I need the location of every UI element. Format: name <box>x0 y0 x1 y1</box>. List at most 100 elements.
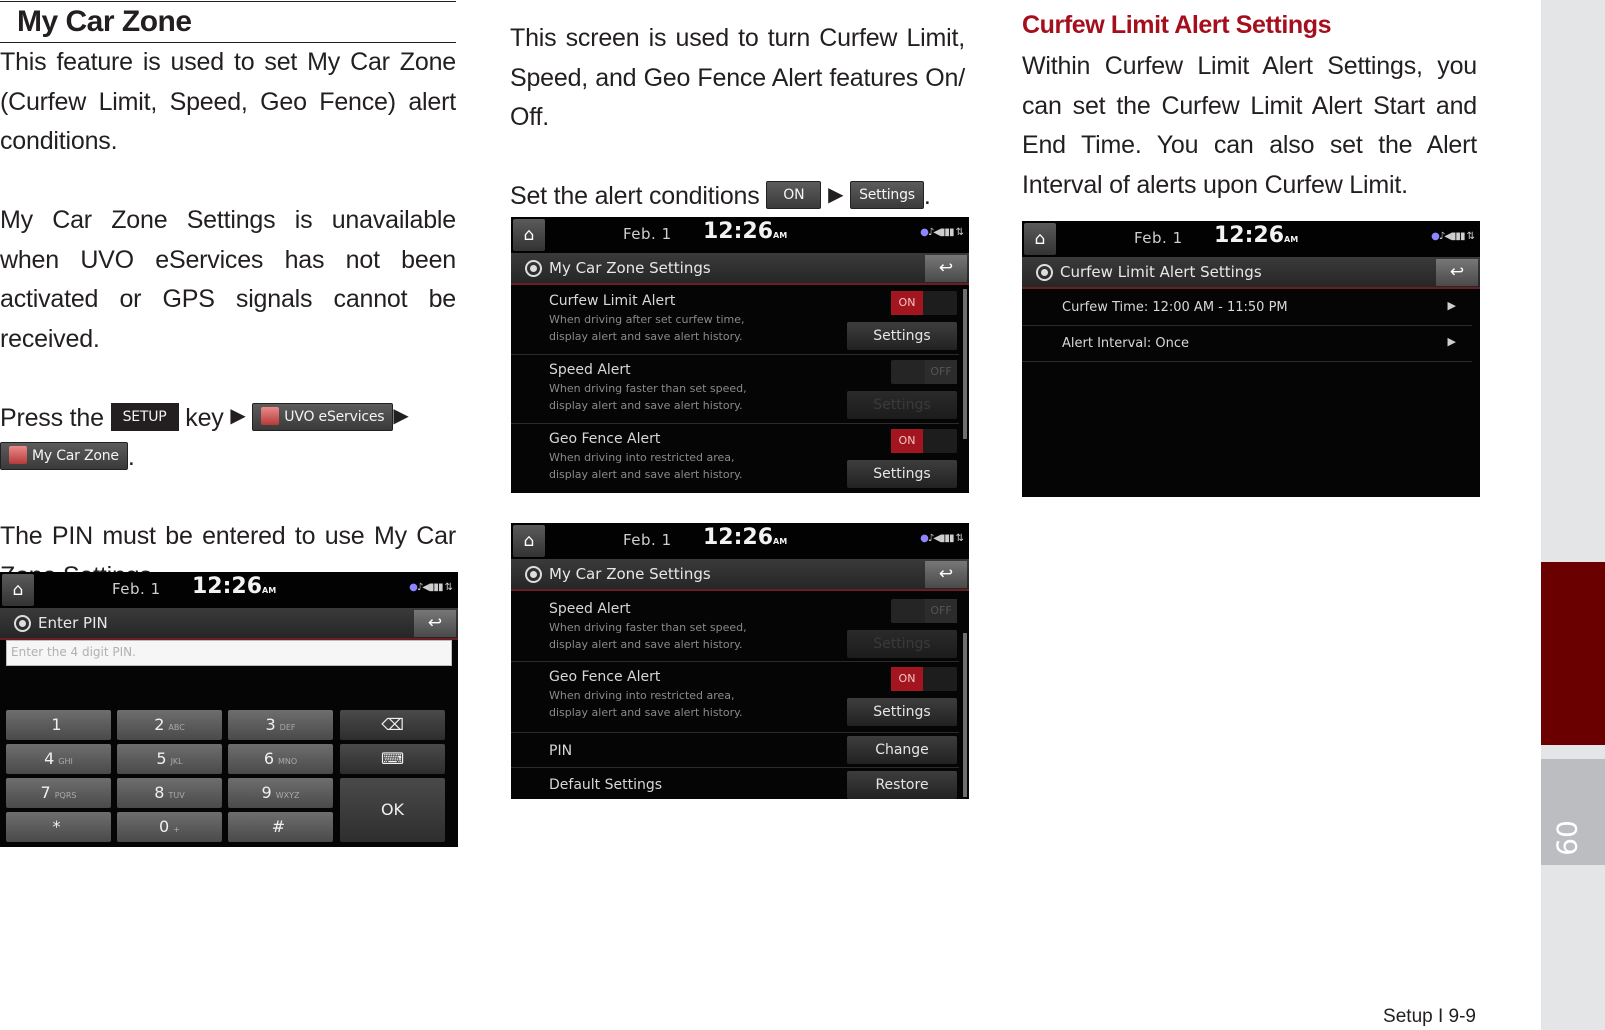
default-settings-row: Default Settings Restore <box>511 769 959 799</box>
column-3: Curfew Limit Alert Settings Within Curfe… <box>1022 0 1477 205</box>
status-time: 12:26AM <box>192 574 277 599</box>
arrow-icon: ▶ <box>828 183 844 206</box>
title-radio-icon <box>525 260 542 277</box>
chevron-right-icon: ▶ <box>1447 335 1456 348</box>
row-title: Speed Alert <box>549 362 631 378</box>
speed-settings-button[interactable]: Settings <box>847 391 957 419</box>
curfew-time-row[interactable]: Curfew Time: 12:00 AM - 11:50 PM ▶ <box>1022 291 1472 326</box>
scrollbar[interactable] <box>963 289 967 439</box>
screen-title: My Car Zone Settings <box>549 259 711 277</box>
row-desc: When driving after set curfew time, displ… <box>549 313 745 343</box>
back-icon: ↩ <box>938 564 954 584</box>
signal-icons: ♪◀▮▮▮ ⇅ <box>416 582 453 593</box>
speed-alert-row: Speed Alert When driving faster than set… <box>511 593 959 662</box>
chapter-sidebar <box>1541 0 1605 1030</box>
home-button[interactable]: ⌂ <box>2 574 34 606</box>
hide-keyboard-key[interactable]: ⌨ <box>340 744 445 774</box>
keyboard-icon: ⌨ <box>380 749 405 768</box>
row-desc: When driving faster than set speed, displ… <box>549 621 747 651</box>
status-icons: ●♪◀▮▮▮ ⇅ <box>920 227 964 238</box>
title-bar: Enter PIN ↩ <box>0 608 458 640</box>
status-bar: ⌂ Feb. 1 12:26AM ●♪◀▮▮▮ ⇅ <box>511 523 969 559</box>
arrow-icon: ▶ <box>393 405 409 428</box>
period: . <box>127 443 135 471</box>
keypad-key[interactable]: 6 MNO <box>228 744 333 774</box>
chevron-right-icon: ▶ <box>1447 299 1456 312</box>
keypad-key[interactable]: * <box>6 812 111 842</box>
back-button[interactable]: ↩ <box>1436 259 1478 286</box>
keypad-key[interactable]: 2 ABC <box>117 710 222 740</box>
curfew-settings-button[interactable]: Settings <box>847 322 957 350</box>
key-text: key <box>185 403 224 432</box>
scrollbar[interactable] <box>963 633 967 797</box>
navigation-instructions: Press the SETUP key ▶ UVO eServices ▶ My … <box>0 399 456 478</box>
chapter-tab-active <box>1541 562 1605 745</box>
speed-toggle[interactable]: OFF <box>891 599 957 623</box>
uvo-icon <box>261 406 280 425</box>
back-icon: ↩ <box>427 613 443 633</box>
geo-fence-toggle[interactable]: ON <box>891 429 957 453</box>
signal-icons: ♪◀▮▮▮ ⇅ <box>927 227 964 238</box>
title-bar: My Car Zone Settings ↩ <box>511 559 969 591</box>
uvo-eservices-button: UVO eServices <box>252 402 394 431</box>
keypad-key[interactable]: 7 PQRS <box>6 778 111 808</box>
back-button[interactable]: ↩ <box>925 255 967 282</box>
keypad-key[interactable]: # <box>228 812 333 842</box>
home-icon: ⌂ <box>523 531 535 551</box>
alert-instructions: Set the alert conditions ON ▶ Settings. <box>510 177 965 217</box>
back-icon: ↩ <box>938 258 954 278</box>
back-button[interactable]: ↩ <box>414 610 456 637</box>
status-bar: ⌂ Feb. 1 12:26AM ●♪◀▮▮▮ ⇅ <box>0 572 458 608</box>
keypad-key[interactable]: 0 + <box>117 812 222 842</box>
keypad-key[interactable]: 9 WXYZ <box>228 778 333 808</box>
pin-input[interactable]: Enter the 4 digit PIN. <box>6 640 452 666</box>
home-icon: ⌂ <box>523 225 535 245</box>
unavailable-paragraph: My Car Zone Settings is unavailable when… <box>0 206 456 353</box>
geo-fence-settings-button[interactable]: Settings <box>847 460 957 488</box>
row-title: Default Settings <box>549 777 663 793</box>
geo-fence-toggle[interactable]: ON <box>891 667 957 691</box>
arrow-icon: ▶ <box>230 405 246 428</box>
home-button[interactable]: ⌂ <box>513 525 545 557</box>
column-1: My Car Zone This feature is used to set … <box>0 0 458 847</box>
signal-icons: ♪◀▮▮▮ ⇅ <box>1438 231 1475 242</box>
set-text: Set the alert conditions <box>510 182 760 210</box>
status-time: 12:26AM <box>703 525 788 550</box>
on-button: ON <box>766 181 822 210</box>
curfew-toggle[interactable]: ON <box>891 291 957 315</box>
speed-toggle[interactable]: OFF <box>891 360 957 384</box>
alert-interval-row[interactable]: Alert Interval: Once ▶ <box>1022 327 1472 362</box>
home-button[interactable]: ⌂ <box>513 219 545 251</box>
status-bar: ⌂ Feb. 1 12:26AM ●♪◀▮▮▮ ⇅ <box>1022 221 1480 257</box>
status-icons: ●♪◀▮▮▮ ⇅ <box>1431 231 1475 242</box>
screen-title: My Car Zone Settings <box>549 565 711 583</box>
speed-settings-button[interactable]: Settings <box>847 630 957 658</box>
home-button[interactable]: ⌂ <box>1024 223 1056 255</box>
bluetooth-icon: ● <box>1431 231 1440 242</box>
speed-alert-row: Speed Alert When driving faster than set… <box>511 356 959 424</box>
backspace-icon: ⌫ <box>381 715 404 734</box>
keypad-key[interactable]: 1 <box>6 710 111 740</box>
ok-key[interactable]: OK <box>340 778 445 842</box>
geo-fence-settings-button[interactable]: Settings <box>847 698 957 726</box>
backspace-key[interactable]: ⌫ <box>340 710 445 740</box>
restore-button[interactable]: Restore <box>847 771 957 799</box>
intro-paragraph: This feature is used to set My Car Zone … <box>0 48 456 155</box>
curfew-settings-heading: Curfew Limit Alert Settings <box>1022 11 1332 39</box>
keypad-key[interactable]: 5 JKL <box>117 744 222 774</box>
row-title: Geo Fence Alert <box>549 431 661 447</box>
status-time: 12:26AM <box>1214 223 1299 248</box>
status-date: Feb. 1 <box>1134 229 1183 247</box>
pin-change-button[interactable]: Change <box>847 736 957 764</box>
keypad-key[interactable]: 8 TUV <box>117 778 222 808</box>
keypad-key[interactable]: 4 GHI <box>6 744 111 774</box>
status-date: Feb. 1 <box>623 225 672 243</box>
screen-intro: This screen is used to turn Curfew Limit… <box>510 24 965 131</box>
title-radio-icon <box>14 615 31 632</box>
back-icon: ↩ <box>1449 262 1465 282</box>
geo-fence-alert-row: Geo Fence Alert When driving into restri… <box>511 425 959 493</box>
keypad-key[interactable]: 3 DEF <box>228 710 333 740</box>
geo-fence-alert-row: Geo Fence Alert When driving into restri… <box>511 663 959 733</box>
back-button[interactable]: ↩ <box>925 561 967 588</box>
uvo-eservices-label: UVO eServices <box>284 408 385 425</box>
